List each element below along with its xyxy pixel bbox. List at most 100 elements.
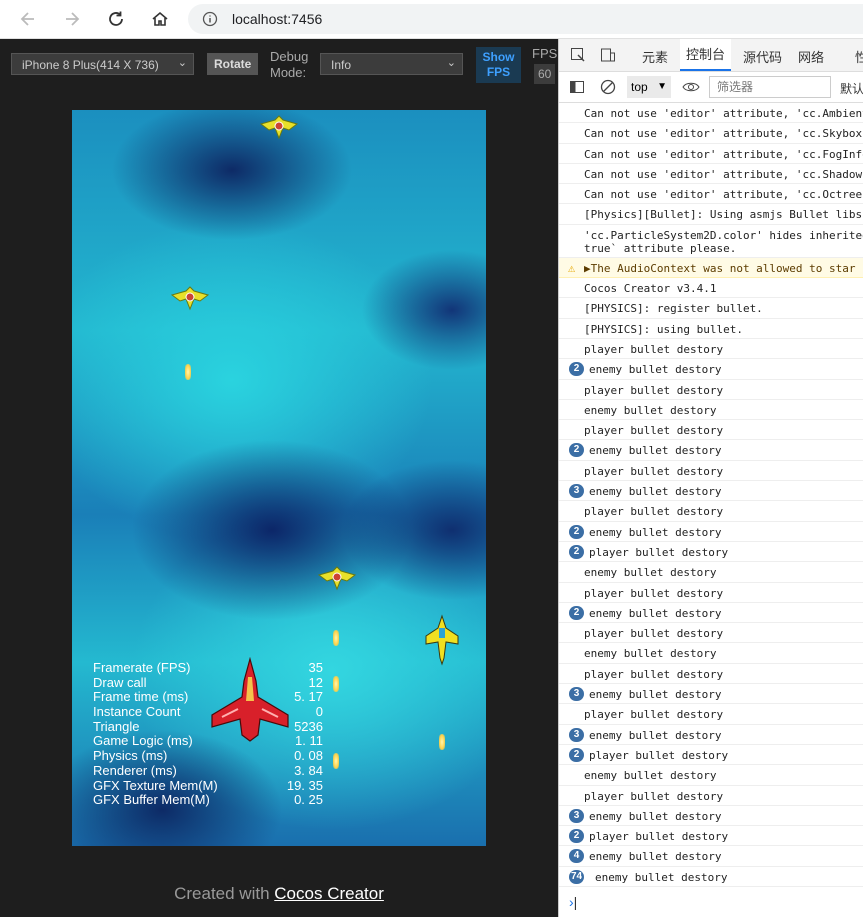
game-canvas[interactable]: Framerate (FPS) 35 Draw call 12 Frame time… xyxy=(72,110,486,846)
console-log-row[interactable]: 2 enemy bullet destory xyxy=(559,603,863,624)
console-log-row[interactable]: 74 enemy bullet destory xyxy=(559,867,863,887)
log-message: enemy bullet destory xyxy=(589,525,722,539)
console-log-row[interactable]: 2 enemy bullet destory xyxy=(559,440,863,461)
stat-label: Physics (ms) xyxy=(93,748,168,764)
console-log-row[interactable]: player bullet destory xyxy=(559,461,863,482)
console-log-row[interactable]: Can not use 'editor' attribute, 'cc.Octr… xyxy=(559,184,863,205)
tab-sources[interactable]: 源代码 xyxy=(743,47,782,66)
repeat-count-badge: 2 xyxy=(569,829,584,844)
stat-label: Framerate (FPS) xyxy=(93,660,191,675)
sidebar-toggle-icon[interactable] xyxy=(569,79,585,95)
info-icon[interactable] xyxy=(202,11,218,27)
console-warning-row[interactable]: ⚠ ▶The AudioContext was not allowed to st… xyxy=(559,257,863,279)
tab-performance[interactable]: 性 xyxy=(855,47,863,66)
back-button[interactable] xyxy=(17,8,39,30)
enemy-plane-icon xyxy=(259,115,299,140)
enemy-bullet xyxy=(333,676,339,692)
console-log-row[interactable]: Cocos Creator v3.4.1 xyxy=(559,278,863,299)
console-log-row[interactable]: enemy bullet destory xyxy=(559,562,863,583)
enemy-bullet xyxy=(333,753,339,769)
device-select[interactable]: iPhone 8 Plus(414 X 736) ⌄ xyxy=(11,53,194,75)
console-log-row[interactable]: 3 enemy bullet destory xyxy=(559,725,863,745)
device-toolbar-icon[interactable] xyxy=(600,47,616,63)
stat-row: GFX Buffer Mem(M) 0. 25 xyxy=(93,792,323,808)
console-log-row[interactable]: enemy bullet destory xyxy=(559,765,863,786)
repeat-count-badge: 2 xyxy=(569,443,584,458)
console-log-row[interactable]: [PHYSICS]: using bullet. xyxy=(559,319,863,339)
tab-network[interactable]: 网络 xyxy=(798,47,824,66)
clear-console-icon[interactable] xyxy=(600,79,616,95)
console-log-row[interactable]: player bullet destory xyxy=(559,339,863,360)
cocos-creator-link[interactable]: Cocos Creator xyxy=(274,884,384,903)
console-log-row[interactable]: player bullet destory xyxy=(559,583,863,603)
console-log-row[interactable]: player bullet destory xyxy=(559,786,863,806)
stat-label: GFX Texture Mem(M) xyxy=(93,777,218,793)
rotate-button[interactable]: Rotate xyxy=(207,53,259,75)
tab-console[interactable]: 控制台 xyxy=(680,39,732,71)
stat-value: 5. 17 xyxy=(294,689,323,705)
stat-value: 5236 xyxy=(294,718,323,734)
forward-button[interactable] xyxy=(61,8,83,30)
log-message: player bullet destory xyxy=(589,830,729,844)
stat-value: 0 xyxy=(315,704,323,720)
console-log-row[interactable]: player bullet destory xyxy=(559,420,863,441)
console-log-row[interactable]: player bullet destory xyxy=(559,501,863,522)
repeat-count-badge: 3 xyxy=(569,687,584,702)
console-log-row[interactable]: player bullet destory xyxy=(559,664,863,685)
console-log-row[interactable]: 2 player bullet destory xyxy=(559,745,863,766)
console-log-row[interactable]: Can not use 'editor' attribute, 'cc.Skyb… xyxy=(559,123,863,144)
console-log-row[interactable]: player bullet destory xyxy=(559,704,863,725)
console-log-row[interactable]: Can not use 'editor' attribute, 'cc.Shad… xyxy=(559,164,863,185)
console-log-row[interactable]: [Physics][Bullet]: Using asmjs Bullet li… xyxy=(559,204,863,225)
log-levels-select[interactable]: 默认 xyxy=(840,80,863,97)
console-log-row[interactable]: 2 player bullet destory xyxy=(559,542,863,563)
fps-input[interactable]: 60 xyxy=(534,64,556,84)
repeat-count-badge: 2 xyxy=(569,524,584,539)
console-log-row[interactable]: player bullet destory xyxy=(559,623,863,644)
stat-row: Framerate (FPS) 35 xyxy=(93,660,323,676)
credit-line: Created with Cocos Creator xyxy=(0,884,558,904)
show-fps-line1: Show xyxy=(482,50,515,64)
console-log-row[interactable]: 2 player bullet destory xyxy=(559,826,863,847)
eye-icon[interactable] xyxy=(682,80,700,94)
repeat-count-badge: 4 xyxy=(569,849,584,864)
address-bar[interactable]: localhost:7456 xyxy=(188,4,863,34)
console-log-row[interactable]: [PHYSICS]: register bullet. xyxy=(559,298,863,319)
console-log-row[interactable]: 2 enemy bullet destory xyxy=(559,359,863,380)
tab-elements[interactable]: 元素 xyxy=(642,47,668,66)
stat-label: GFX Buffer Mem(M) xyxy=(93,792,210,808)
stat-row: Physics (ms) 0. 08 xyxy=(93,748,323,764)
console-log-row[interactable]: 3 enemy bullet destory xyxy=(559,481,863,502)
console-log-row[interactable]: player bullet destory xyxy=(559,380,863,400)
console-prompt-icon[interactable]: ›| xyxy=(569,894,577,910)
stat-label: Instance Count xyxy=(93,704,181,720)
credit-prefix: Created with xyxy=(174,884,275,903)
console-log-row[interactable]: 3 enemy bullet destory xyxy=(559,806,863,827)
log-message: player bullet destory xyxy=(584,667,724,681)
log-message: [PHYSICS]: using bullet. xyxy=(584,322,743,336)
console-filter-input[interactable]: 筛选器 xyxy=(709,76,831,98)
reload-button[interactable] xyxy=(105,8,127,30)
inspect-icon[interactable] xyxy=(570,47,586,63)
log-message: Can not use 'editor' attribute, 'cc.Shad… xyxy=(584,167,863,181)
log-message: enemy bullet destory xyxy=(589,444,722,458)
home-button[interactable] xyxy=(149,8,171,30)
console-log-row[interactable]: enemy bullet destory xyxy=(559,400,863,421)
console-log-row[interactable]: Can not use 'editor' attribute, 'cc.Ambi… xyxy=(559,103,863,124)
filter-placeholder: 筛选器 xyxy=(717,80,754,94)
console-log-row[interactable]: 2 enemy bullet destory xyxy=(559,522,863,542)
log-message: player bullet destory xyxy=(584,789,724,803)
console-log-row[interactable]: 3 enemy bullet destory xyxy=(559,684,863,705)
show-fps-button[interactable]: Show FPS xyxy=(476,47,521,83)
console-log-row[interactable]: 4 enemy bullet destory xyxy=(559,846,863,867)
context-select[interactable]: top ▼ xyxy=(627,76,671,98)
console-log-row[interactable]: Can not use 'editor' attribute, 'cc.FogI… xyxy=(559,144,863,164)
console-log-row[interactable]: enemy bullet destory xyxy=(559,643,863,664)
log-message: enemy bullet destory xyxy=(589,728,722,742)
console-log-row[interactable]: 'cc.ParticleSystem2D.color' hides inheri… xyxy=(559,225,863,258)
debug-mode-select[interactable]: Info ⌄ xyxy=(320,53,463,75)
log-message: player bullet destory xyxy=(584,505,724,519)
stat-value: 0. 08 xyxy=(294,748,323,764)
debug-label-line2: Mode: xyxy=(270,65,307,80)
repeat-count-badge: 2 xyxy=(569,362,584,377)
